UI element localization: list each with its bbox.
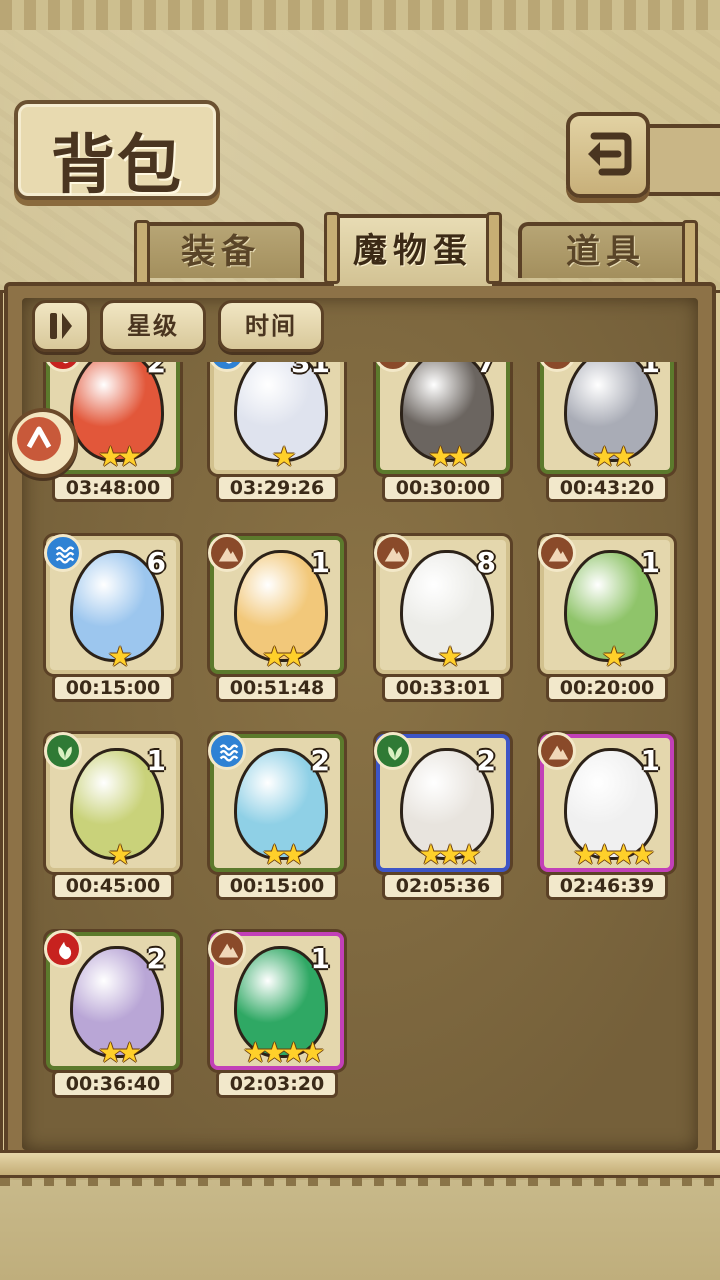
sort-by-time-button[interactable]: 时间 — [218, 300, 324, 352]
hatch-timer: 00:15:00 — [216, 872, 338, 900]
star-rating: ★ — [437, 640, 462, 673]
egg-frame: ★ 6 — [44, 534, 180, 674]
egg-card[interactable]: ★ 6 00:15:00 — [44, 534, 180, 702]
egg-count: 6 — [146, 546, 166, 579]
egg-frame: ★★ 1 — [208, 534, 344, 674]
star-rating: ★★★★ — [242, 1036, 325, 1069]
hatch-timer: 00:20:00 — [546, 674, 668, 702]
hatch-timer: 02:03:20 — [216, 1070, 338, 1098]
back-button-extension — [642, 124, 720, 196]
hatch-timer: 00:30:00 — [382, 474, 504, 502]
egg-frame: ★★★★ 1 — [538, 732, 674, 872]
egg-card[interactable]: ★ 1 00:20:00 — [538, 534, 674, 702]
back-button[interactable] — [566, 112, 650, 198]
tab-post — [486, 212, 502, 284]
egg-frame: ★★ 2 — [44, 930, 180, 1070]
egg-frame: ★★ 2 — [208, 732, 344, 872]
star-rating: ★★★ — [418, 838, 481, 871]
panel-bottom-bar — [0, 1150, 720, 1178]
star-rating: ★★ — [261, 838, 306, 871]
earth-element-icon — [538, 534, 576, 572]
tab-label: 魔物蛋 — [353, 231, 473, 271]
grass-element-icon — [374, 732, 412, 770]
hatch-timer: 00:45:00 — [52, 872, 174, 900]
torn-edge-top — [0, 0, 720, 30]
egg-card[interactable]: ★★★★ 1 02:46:39 — [538, 732, 674, 900]
earth-element-icon — [208, 534, 246, 572]
hatch-timer: 03:48:00 — [52, 474, 174, 502]
hatch-timer: 03:29:26 — [216, 474, 338, 502]
side-scroll-tab[interactable] — [8, 408, 78, 478]
hatch-timer: 00:43:20 — [546, 474, 668, 502]
star-rating: ★★ — [427, 440, 472, 473]
title-plate: 背包 — [14, 100, 220, 203]
star-rating: ★ — [107, 838, 132, 871]
water-element-icon — [208, 732, 246, 770]
tab-items[interactable]: 道具 — [518, 220, 698, 292]
egg-count: 8 — [476, 546, 496, 579]
star-rating: ★★ — [97, 1036, 142, 1069]
egg-count: 1 — [310, 942, 330, 975]
hatch-timer: 02:46:39 — [546, 872, 668, 900]
tab-monster-eggs[interactable]: 魔物蛋 — [324, 212, 502, 286]
egg-card[interactable]: ★★ 2 00:36:40 — [44, 930, 180, 1098]
egg-card[interactable]: ★★★ 2 02:05:36 — [374, 732, 510, 900]
sort-order-toggle[interactable] — [32, 300, 90, 352]
egg-count: 1 — [640, 546, 660, 579]
tab-label: 装备 — [181, 232, 261, 272]
hatch-timer: 00:33:01 — [382, 674, 504, 702]
hatch-timer: 02:05:36 — [382, 872, 504, 900]
hatch-timer: 00:36:40 — [52, 1070, 174, 1098]
arrow-badge-icon — [17, 417, 61, 461]
star-rating: ★★ — [591, 440, 636, 473]
star-rating: ★★ — [261, 640, 306, 673]
grass-element-icon — [44, 732, 82, 770]
egg-card[interactable]: ★ 1 00:45:00 — [44, 732, 180, 900]
egg-frame: ★★★★ 1 — [208, 930, 344, 1070]
hatch-timer: 00:15:00 — [52, 674, 174, 702]
earth-element-icon — [538, 732, 576, 770]
earth-element-icon — [374, 534, 412, 572]
egg-count: 2 — [476, 744, 496, 777]
egg-count: 1 — [310, 546, 330, 579]
earth-element-icon — [208, 930, 246, 968]
egg-frame: ★ 1 — [538, 534, 674, 674]
egg-card[interactable]: ★★ 2 00:15:00 — [208, 732, 344, 900]
sort-by-stars-button[interactable]: 星级 — [100, 300, 206, 352]
star-rating: ★ — [107, 640, 132, 673]
egg-count: 1 — [146, 744, 166, 777]
torn-edge-bottom — [0, 1174, 720, 1280]
egg-frame: ★ 8 — [374, 534, 510, 674]
star-rating: ★★★★ — [572, 838, 655, 871]
page-title: 背包 — [51, 128, 183, 203]
tab-post — [324, 212, 340, 284]
fire-element-icon — [44, 930, 82, 968]
tab-equipment[interactable]: 装备 — [134, 220, 304, 292]
hatch-timer: 00:51:48 — [216, 674, 338, 702]
egg-count: 2 — [146, 942, 166, 975]
egg-card[interactable]: ★ 8 00:33:01 — [374, 534, 510, 702]
egg-frame: ★★★ 2 — [374, 732, 510, 872]
egg-card[interactable]: ★★★★ 1 02:03:20 — [208, 930, 344, 1098]
tab-bar: 装备 魔物蛋 道具 — [14, 212, 706, 292]
egg-count: 1 — [640, 744, 660, 777]
egg-frame: ★ 1 — [44, 732, 180, 872]
water-element-icon — [44, 534, 82, 572]
return-arrow-icon — [588, 132, 632, 176]
egg-card[interactable]: ★★ 1 00:51:48 — [208, 534, 344, 702]
star-rating: ★ — [601, 640, 626, 673]
egg-count: 2 — [310, 744, 330, 777]
star-rating: ★ — [271, 440, 296, 473]
pause-sort-icon — [50, 313, 72, 339]
tab-label: 道具 — [566, 232, 646, 272]
